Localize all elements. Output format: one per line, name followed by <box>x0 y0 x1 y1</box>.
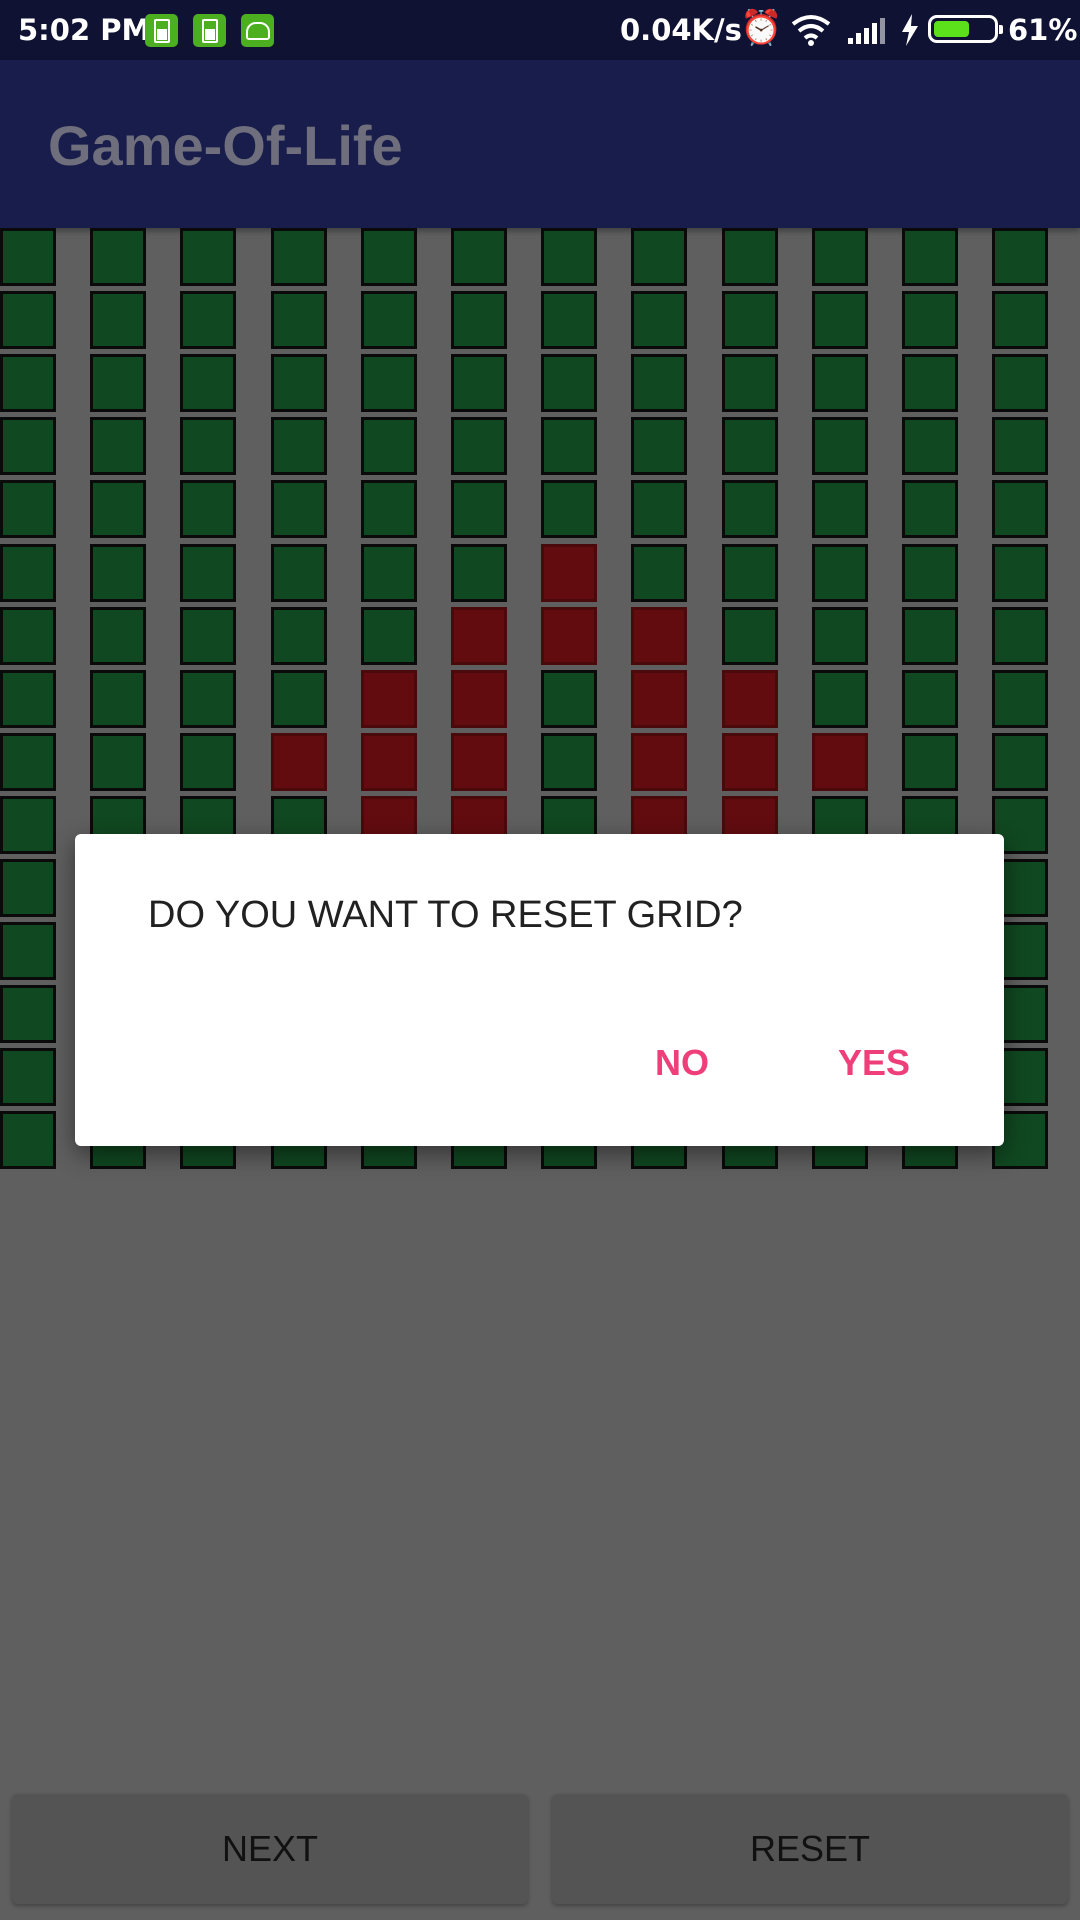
status-bar: 5:02 PM 0.04K/s ⏰ 61% <box>0 0 1080 60</box>
charging-icon <box>902 14 918 46</box>
battery-icon <box>928 15 1003 43</box>
signal-icon <box>848 18 885 44</box>
android-notification-icon <box>241 14 274 47</box>
dialog-message: DO YOU WANT TO RESET GRID? <box>148 894 743 936</box>
battery-percent: 61% <box>1008 13 1078 47</box>
alarm-icon: ⏰ <box>740 8 783 48</box>
network-speed: 0.04K/s <box>620 13 742 47</box>
app-title: Game-Of-Life <box>48 114 403 177</box>
reset-button[interactable]: RESET <box>552 1794 1068 1904</box>
yes-button[interactable]: YES <box>838 1042 910 1084</box>
battery-notification-icon <box>193 14 226 47</box>
battery-notification-icon <box>145 14 178 47</box>
reset-dialog: DO YOU WANT TO RESET GRID? NO YES <box>75 834 1004 1146</box>
app-bar: Game-Of-Life <box>0 60 1080 228</box>
no-button[interactable]: NO <box>655 1042 709 1084</box>
next-button[interactable]: NEXT <box>12 1794 528 1904</box>
wifi-icon <box>791 15 831 46</box>
status-time: 5:02 PM <box>18 13 151 47</box>
